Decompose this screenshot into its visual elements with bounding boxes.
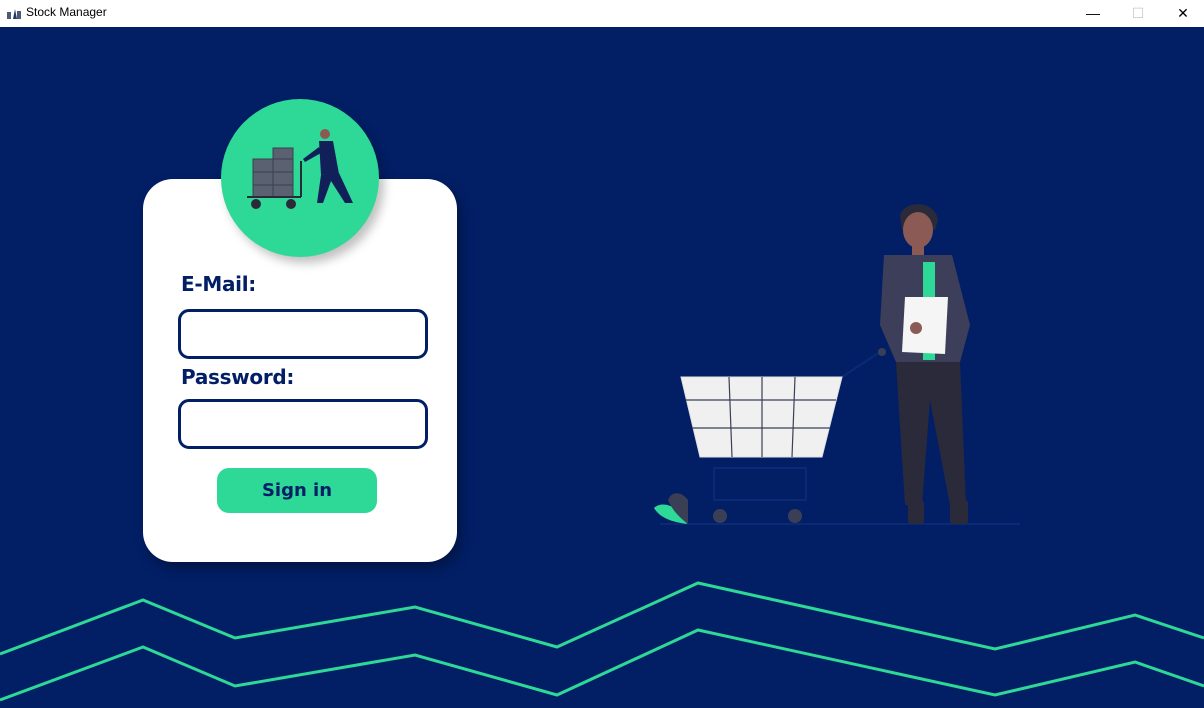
worker-cart-icon [247, 129, 353, 209]
password-label: Password: [181, 365, 295, 389]
sign-in-button[interactable]: Sign in [217, 468, 377, 513]
email-input[interactable] [178, 309, 428, 359]
email-label: E-Mail: [181, 272, 256, 296]
password-input[interactable] [178, 399, 428, 449]
avatar [221, 99, 379, 257]
